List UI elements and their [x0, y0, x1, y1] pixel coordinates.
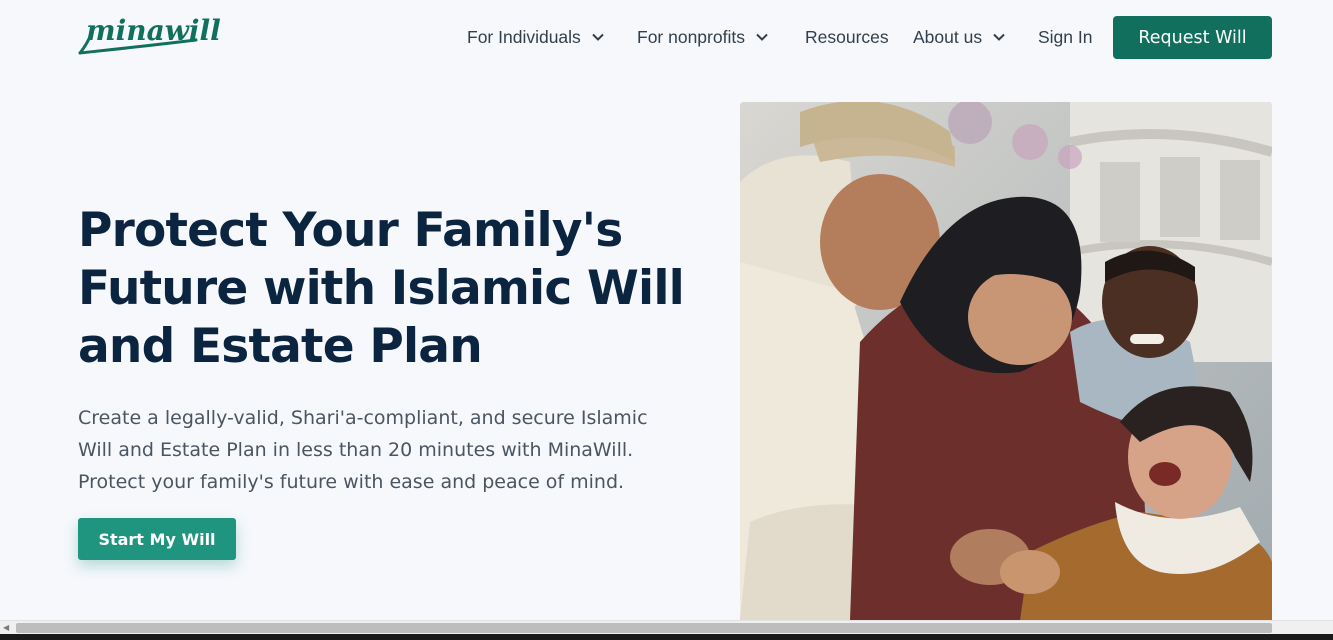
chevron-down-icon: [592, 33, 604, 41]
nav-resources-label: Resources: [805, 26, 889, 47]
nav-for-individuals-label: For Individuals: [467, 26, 581, 47]
chevron-down-icon: [756, 33, 768, 41]
site-header: minawill For Individuals For nonprofits …: [0, 0, 1333, 75]
request-will-button[interactable]: Request Will: [1113, 16, 1272, 59]
nav-for-individuals[interactable]: For Individuals: [467, 24, 605, 50]
nav-about-us-label: About us: [913, 26, 983, 47]
hero-subtitle: Create a legally-valid, Shari'a-complian…: [78, 407, 648, 493]
hero-photo: [740, 102, 1272, 620]
chevron-left-icon[interactable]: ◀: [3, 624, 11, 632]
nav-for-nonprofits-label: For nonprofits: [637, 26, 745, 47]
hero-title: Protect Your Family's Future with Islami…: [78, 203, 685, 374]
scrollbar-thumb[interactable]: [16, 623, 1272, 633]
horizontal-scrollbar[interactable]: ◀: [0, 620, 1333, 634]
logo-wordmark: minawill: [86, 14, 221, 47]
start-my-will-button[interactable]: Start My Will: [78, 518, 236, 560]
hero-photo-illustration: [740, 102, 1272, 620]
nav-resources[interactable]: Resources: [805, 24, 889, 50]
nav-for-nonprofits[interactable]: For nonprofits: [637, 24, 769, 50]
taskbar-strip: [0, 634, 1333, 640]
nav-sign-in-label: Sign In: [1038, 26, 1093, 47]
nav-about-us[interactable]: About us: [913, 24, 1006, 50]
minawill-logo[interactable]: minawill: [78, 14, 221, 58]
chevron-down-icon: [993, 33, 1005, 41]
nav-sign-in[interactable]: Sign In: [1038, 24, 1092, 50]
